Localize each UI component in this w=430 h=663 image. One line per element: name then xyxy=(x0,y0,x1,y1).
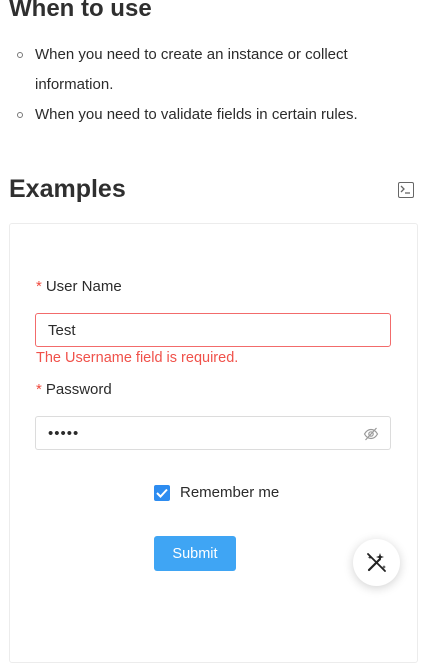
password-label-text: Password xyxy=(45,381,112,398)
required-mark: * xyxy=(36,381,42,398)
remember-label[interactable]: Remember me xyxy=(180,484,279,501)
username-label-text: User Name xyxy=(45,278,122,295)
list-item: When you need to validate fields in cert… xyxy=(0,100,430,130)
remember-checkbox[interactable] xyxy=(154,485,170,501)
submit-button[interactable]: Submit xyxy=(154,536,236,571)
bullet-icon xyxy=(17,112,23,118)
list-item: When you need to create an instance or c… xyxy=(0,40,430,100)
username-error: The Username field is required. xyxy=(36,350,239,366)
username-field[interactable] xyxy=(35,313,391,347)
password-label: * Password xyxy=(36,381,112,398)
examples-heading: Examples xyxy=(9,175,126,203)
terminal-icon[interactable] xyxy=(398,182,414,198)
list-item-text: When you need to validate fields in cert… xyxy=(35,106,358,123)
check-icon xyxy=(156,488,168,498)
list-item-text: When you need to create an instance or c… xyxy=(35,46,348,93)
when-to-use-list: When you need to create an instance or c… xyxy=(0,40,430,130)
password-field[interactable] xyxy=(35,416,391,450)
when-to-use-heading: When to use xyxy=(9,0,152,22)
password-input[interactable] xyxy=(48,417,348,449)
magic-wand-off-icon[interactable] xyxy=(353,539,400,586)
username-input[interactable] xyxy=(48,314,348,346)
required-mark: * xyxy=(36,278,42,295)
bullet-icon xyxy=(17,52,23,58)
username-label: * User Name xyxy=(36,278,122,295)
eye-off-icon[interactable] xyxy=(363,426,379,447)
